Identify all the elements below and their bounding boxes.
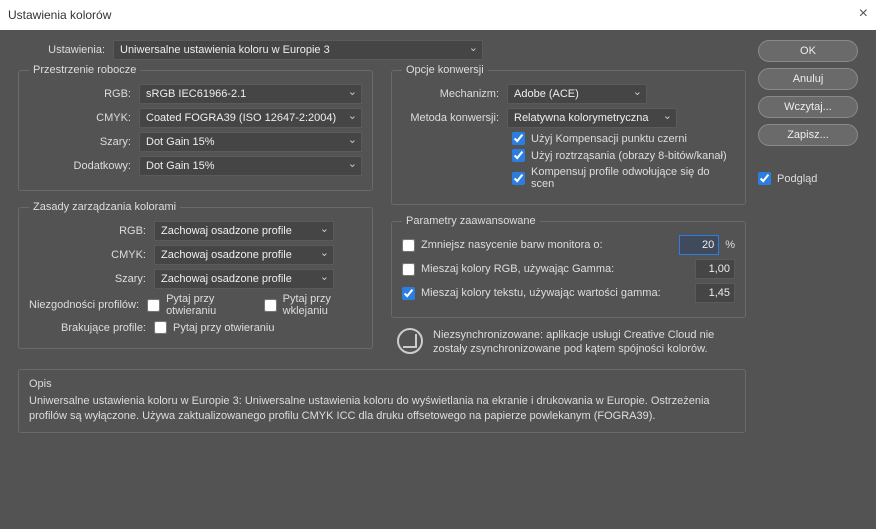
settings-select[interactable]: Uniwersalne ustawienia koloru w Europie … (113, 40, 483, 60)
management-legend: Zasady zarządzania kolorami (29, 201, 180, 213)
cv-bpc-chk[interactable]: Użyj Kompensacji punktu czerni (512, 132, 687, 145)
save-button[interactable]: Zapisz... (758, 124, 858, 146)
mg-gray-label: Szary: (29, 273, 154, 285)
ws-rgb-label: RGB: (29, 88, 139, 100)
sync-warning: Niezsynchronizowane: aplikacje usługi Cr… (391, 328, 746, 357)
description-group: Opis Uniwersalne ustawienia koloru w Eur… (18, 369, 746, 433)
sync-icon (397, 328, 423, 354)
description-text: Uniwersalne ustawienia koloru w Europie … (29, 394, 735, 424)
mg-gray-select[interactable]: Zachowaj osadzone profile (154, 269, 334, 289)
workspaces-group: Przestrzenie robocze RGB:sRGB IEC61966-2… (18, 64, 373, 191)
ws-cmyk-select[interactable]: Coated FOGRA39 (ISO 12647-2:2004) (139, 108, 362, 128)
advanced-group: Parametry zaawansowane Zmniejsz nasyceni… (391, 215, 746, 318)
percent-label: % (725, 239, 735, 251)
cv-engine-select[interactable]: Adobe (ACE) (507, 84, 647, 104)
description-legend: Opis (29, 378, 735, 390)
adv-desat-chk[interactable]: Zmniejsz nasycenie barw monitora o: (402, 239, 679, 252)
close-icon[interactable]: × (859, 5, 868, 23)
cv-method-select[interactable]: Relatywna kolorymetryczna (507, 108, 677, 128)
cancel-button[interactable]: Anuluj (758, 68, 858, 90)
ws-gray-select[interactable]: Dot Gain 15% (139, 132, 362, 152)
mg-rgb-label: RGB: (29, 225, 154, 237)
workspaces-legend: Przestrzenie robocze (29, 64, 140, 76)
mg-missing-label: Brakujące profile: (29, 322, 154, 334)
advanced-legend: Parametry zaawansowane (402, 215, 540, 227)
ws-spot-select[interactable]: Dot Gain 15% (139, 156, 362, 176)
cv-engine-label: Mechanizm: (402, 88, 507, 100)
missing-open-chk[interactable]: Pytaj przy otwieraniu (154, 321, 275, 334)
mg-cmyk-label: CMYK: (29, 249, 154, 261)
conversion-group: Opcje konwersji Mechanizm:Adobe (ACE) Me… (391, 64, 746, 205)
ws-gray-label: Szary: (29, 136, 139, 148)
mismatch-open-chk[interactable]: Pytaj przy otwieraniu (147, 293, 250, 317)
mg-rgb-select[interactable]: Zachowaj osadzone profile (154, 221, 334, 241)
sync-text: Niezsynchronizowane: aplikacje usługi Cr… (433, 328, 740, 357)
conversion-legend: Opcje konwersji (402, 64, 488, 76)
preview-chk[interactable]: Podgląd (758, 172, 858, 185)
mismatch-paste-chk[interactable]: Pytaj przy wklejaniu (264, 293, 362, 317)
ws-rgb-select[interactable]: sRGB IEC61966-2.1 (139, 84, 362, 104)
ws-spot-label: Dodatkowy: (29, 160, 139, 172)
adv-desat-input[interactable] (679, 235, 719, 255)
window-title: Ustawienia kolorów (8, 8, 111, 22)
mg-cmyk-select[interactable]: Zachowaj osadzone profile (154, 245, 334, 265)
adv-blendrgb-input[interactable] (695, 259, 735, 279)
adv-blendtext-input[interactable] (695, 283, 735, 303)
cv-scene-chk[interactable]: Kompensuj profile odwołujące się do scen (512, 166, 735, 190)
settings-label: Ustawienia: (18, 44, 113, 56)
ok-button[interactable]: OK (758, 40, 858, 62)
adv-blendrgb-chk[interactable]: Mieszaj kolory RGB, używając Gamma: (402, 263, 695, 276)
cv-method-label: Metoda konwersji: (402, 112, 507, 124)
mg-mismatch-label: Niezgodności profilów: (29, 299, 147, 311)
load-button[interactable]: Wczytaj... (758, 96, 858, 118)
adv-blendtext-chk[interactable]: Mieszaj kolory tekstu, używając wartości… (402, 287, 695, 300)
ws-cmyk-label: CMYK: (29, 112, 139, 124)
management-group: Zasady zarządzania kolorami RGB:Zachowaj… (18, 201, 373, 349)
titlebar: Ustawienia kolorów × (0, 0, 876, 30)
cv-dither-chk[interactable]: Użyj roztrząsania (obrazy 8-bitów/kanał) (512, 149, 727, 162)
